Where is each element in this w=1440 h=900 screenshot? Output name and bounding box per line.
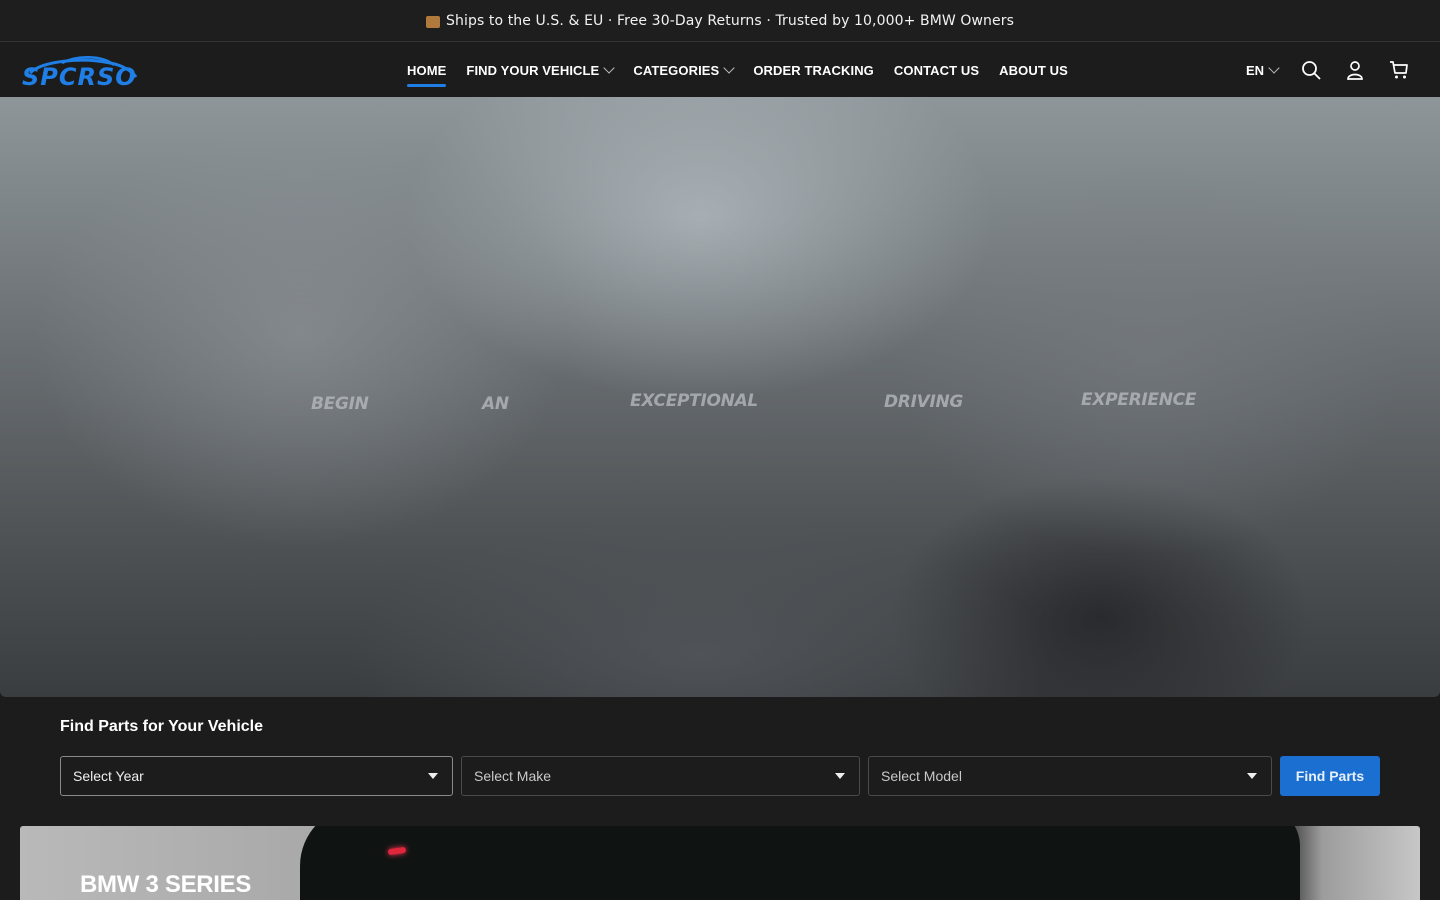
make-select[interactable]: Select Make bbox=[461, 756, 860, 796]
series-banner[interactable]: BMW 3 SERIES bbox=[20, 826, 1420, 900]
cart-icon[interactable] bbox=[1388, 59, 1410, 81]
nav-order-tracking[interactable]: ORDER TRACKING bbox=[753, 43, 874, 97]
nav-order-tracking-label: ORDER TRACKING bbox=[753, 62, 874, 78]
search-icon[interactable] bbox=[1300, 59, 1322, 81]
logo-text: SPCRSO bbox=[22, 63, 137, 91]
dropdown-arrow-icon bbox=[1247, 773, 1257, 779]
chevron-down-icon bbox=[603, 62, 615, 74]
nav-categories[interactable]: CATEGORIES bbox=[633, 43, 735, 97]
year-select-label: Select Year bbox=[73, 768, 144, 784]
model-select-label: Select Model bbox=[881, 768, 962, 784]
nav-find-your-vehicle-label: FIND YOUR VEHICLE bbox=[466, 62, 600, 78]
make-select-label: Select Make bbox=[474, 768, 552, 784]
series-title: BMW 3 SERIES bbox=[80, 871, 252, 898]
vehicle-finder: Find Parts for Your Vehicle Select Year … bbox=[0, 697, 1440, 827]
finder-title: Find Parts for Your Vehicle bbox=[60, 718, 264, 735]
announcement-text: Ships to the U.S. & EU · Free 30-Day Ret… bbox=[446, 12, 1014, 29]
header-actions: EN bbox=[1246, 43, 1410, 97]
site-logo[interactable]: SPCRSO bbox=[22, 51, 140, 91]
package-icon bbox=[426, 15, 441, 28]
main-nav: HOME FIND YOUR VEHICLE CATEGORIES ORDER … bbox=[407, 43, 1068, 97]
model-select[interactable]: Select Model bbox=[868, 756, 1272, 796]
account-icon[interactable] bbox=[1344, 59, 1366, 81]
nav-find-your-vehicle[interactable]: FIND YOUR VEHICLE bbox=[466, 43, 615, 97]
hero-word-begin: BEGIN bbox=[311, 394, 369, 414]
nav-home[interactable]: HOME bbox=[407, 43, 447, 97]
nav-about-us-label: ABOUT US bbox=[999, 62, 1068, 78]
dropdown-arrow-icon bbox=[835, 773, 845, 779]
language-label: EN bbox=[1245, 62, 1264, 78]
nav-contact-us-label: CONTACT US bbox=[893, 62, 980, 78]
announcement-bar: Ships to the U.S. & EU · Free 30-Day Ret… bbox=[0, 0, 1440, 42]
nav-about-us[interactable]: ABOUT US bbox=[999, 43, 1068, 97]
language-selector[interactable]: EN bbox=[1245, 62, 1280, 78]
hero-word-exceptional: EXCEPTIONAL bbox=[630, 391, 758, 411]
site-header: SPCRSO HOME FIND YOUR VEHICLE CATEGORIES… bbox=[0, 43, 1440, 97]
dropdown-arrow-icon bbox=[428, 773, 438, 779]
chevron-down-icon bbox=[723, 62, 735, 74]
hero-word-an: AN bbox=[482, 394, 509, 414]
hero-word-experience: EXPERIENCE bbox=[1081, 390, 1197, 410]
chevron-down-icon bbox=[1268, 62, 1280, 74]
hero-word-driving: DRIVING bbox=[884, 392, 964, 412]
series-car-image bbox=[300, 826, 1300, 900]
year-select[interactable]: Select Year bbox=[60, 756, 453, 796]
nav-contact-us[interactable]: CONTACT US bbox=[894, 43, 979, 97]
nav-home-label: HOME bbox=[407, 62, 447, 78]
nav-categories-label: CATEGORIES bbox=[633, 62, 720, 78]
hero-video: BEGIN AN EXCEPTIONAL DRIVING EXPERIENCE bbox=[0, 97, 1440, 697]
find-parts-button[interactable]: Find Parts bbox=[1280, 756, 1380, 796]
